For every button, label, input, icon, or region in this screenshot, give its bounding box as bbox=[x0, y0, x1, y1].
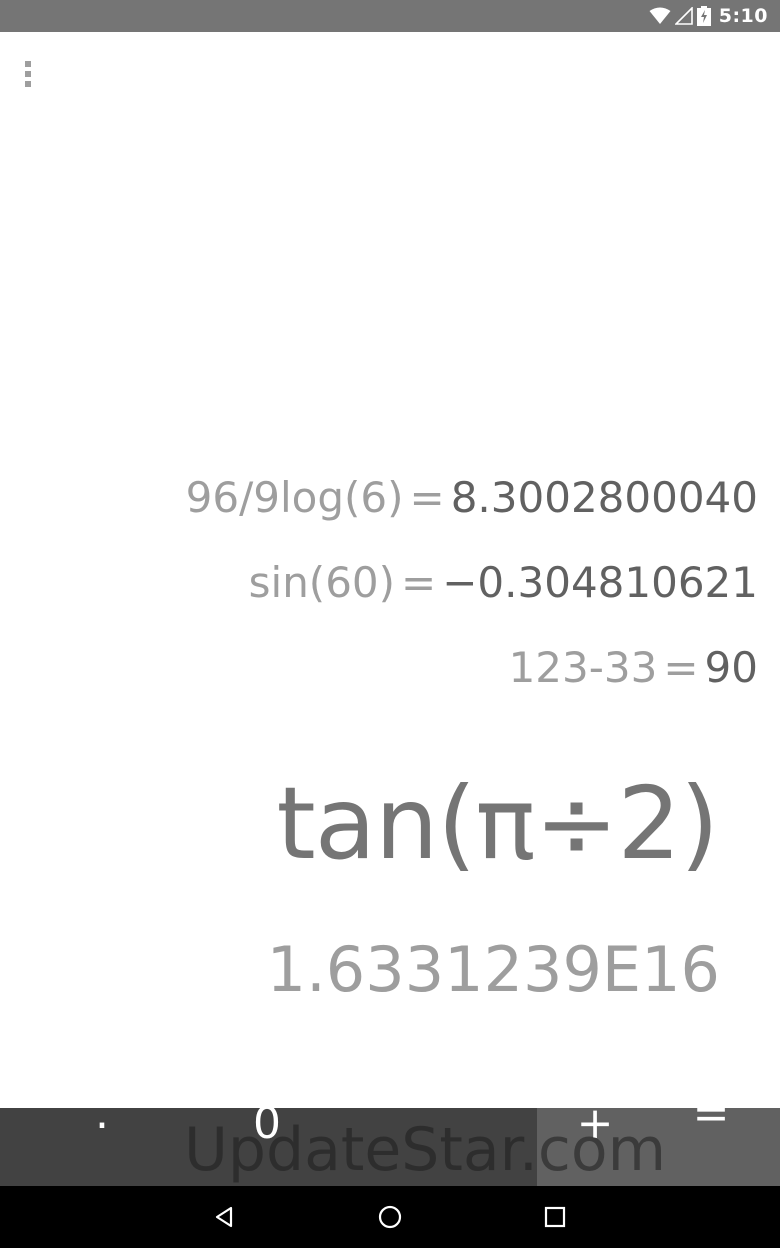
more-vert-icon[interactable] bbox=[14, 56, 42, 92]
history-equals: = bbox=[401, 558, 437, 607]
history-equals: = bbox=[663, 643, 699, 692]
equals-key[interactable]: = bbox=[661, 1108, 761, 1139]
plus-key[interactable]: + bbox=[545, 1108, 645, 1149]
recents-icon[interactable] bbox=[532, 1194, 578, 1240]
menu-dot bbox=[25, 71, 31, 77]
history-result: −0.304810621 bbox=[442, 558, 758, 607]
battery-charging-icon bbox=[696, 6, 711, 26]
history-equals: = bbox=[409, 473, 445, 522]
history-expression: 96/9log(6) bbox=[185, 473, 404, 522]
history-item[interactable]: 123-33 = 90 bbox=[18, 625, 758, 710]
formula-display[interactable]: tan(π÷2) bbox=[276, 765, 719, 882]
history-result: 8.3002800040 bbox=[450, 473, 758, 522]
decimal-key[interactable]: . bbox=[52, 1108, 152, 1139]
status-time: 5:10 bbox=[718, 5, 768, 27]
history-item[interactable]: 96/9log(6) = 8.3002800040 bbox=[18, 455, 758, 540]
history-expression: 123-33 bbox=[508, 643, 658, 692]
nav-bar bbox=[0, 1186, 780, 1248]
menu-dot bbox=[25, 81, 31, 87]
home-icon[interactable] bbox=[367, 1194, 413, 1240]
history-item[interactable]: sin(60) = −0.304810621 bbox=[18, 540, 758, 625]
wifi-icon bbox=[649, 7, 671, 25]
back-icon[interactable] bbox=[201, 1194, 247, 1240]
keypad: . 0 + = bbox=[0, 1108, 780, 1186]
history-expression: sin(60) bbox=[248, 558, 396, 607]
signal-icon bbox=[674, 7, 693, 25]
digit-0-key[interactable]: 0 bbox=[217, 1108, 317, 1149]
menu-dot bbox=[25, 61, 31, 67]
status-bar: 5:10 bbox=[0, 0, 780, 32]
history-result: 90 bbox=[704, 643, 758, 692]
result-display[interactable]: 1.6331239E16 bbox=[267, 933, 720, 1006]
calculator-screen: 5:10 96/9log(6) = 8.3002800040 sin(60) =… bbox=[0, 0, 780, 1248]
history-list[interactable]: 96/9log(6) = 8.3002800040 sin(60) = −0.3… bbox=[18, 455, 758, 710]
